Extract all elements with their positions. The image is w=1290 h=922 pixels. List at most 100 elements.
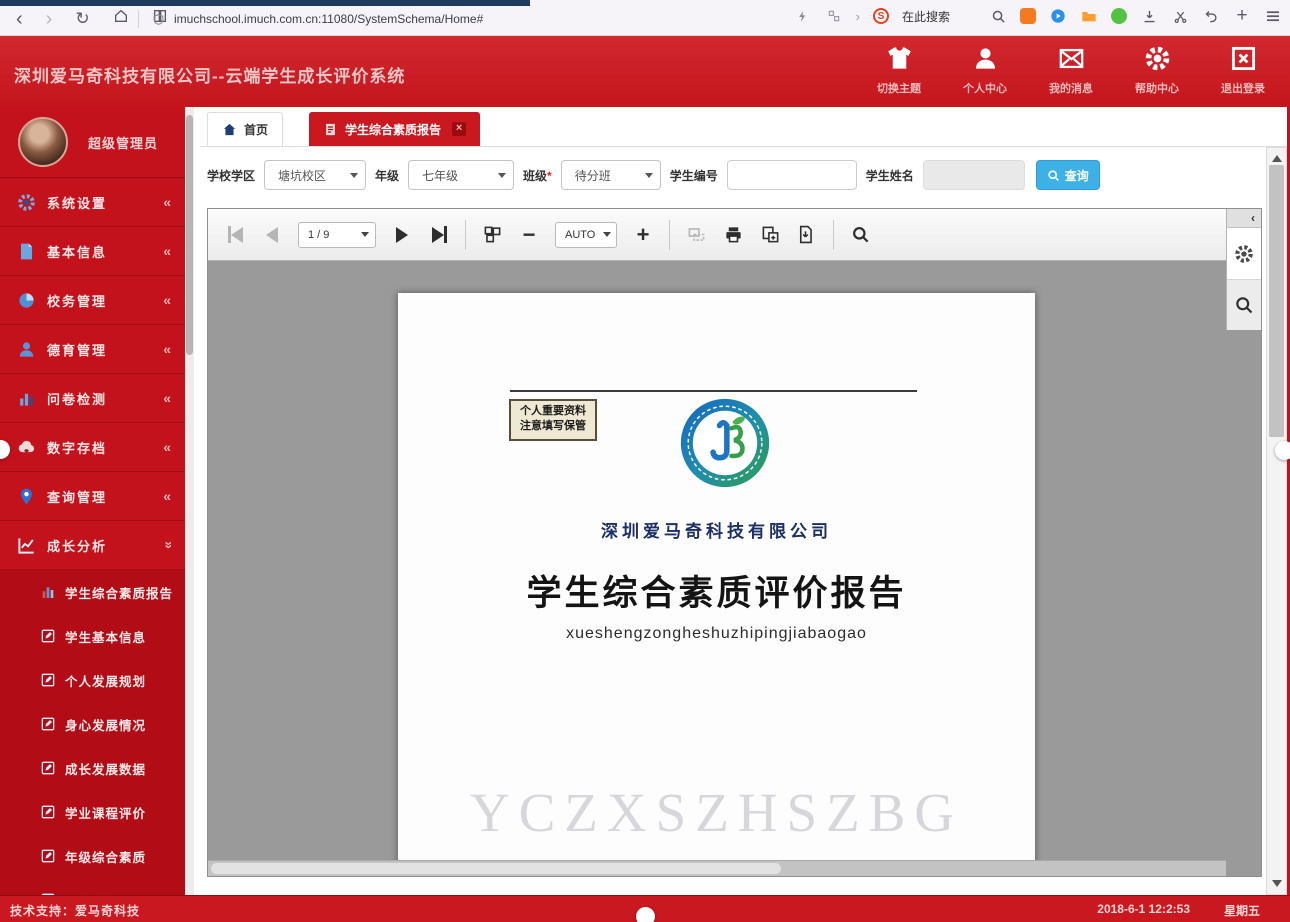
sidebar-item-digital-archive[interactable]: 数字存档 « [0,423,185,472]
envelope-icon [1058,45,1085,77]
logout-button[interactable]: 退出登录 [1214,45,1272,96]
filter-bar: 学校学区 塘坑校区 年级 七年级 班级* 待分班 学生编号 学生姓名 查询 [207,151,1262,199]
subitem-class-comprehensive-quality[interactable]: 班级综合素质 [0,878,185,895]
home-icon[interactable] [113,8,129,30]
growth-analysis-submenu: 学生综合素质报告 学生基本信息 个人发展规划 身心发展情况 [0,570,185,895]
messages-button[interactable]: 我的消息 [1042,45,1100,96]
print-selection-icon[interactable] [685,222,707,248]
sidebar-item-growth-analysis[interactable]: 成长分析 « [0,521,185,570]
personal-center-button[interactable]: 个人中心 [956,45,1014,96]
new-tab-plus-icon[interactable]: + [1233,7,1251,25]
chevron-collapsed-icon: « [163,488,171,504]
school-district-select[interactable]: 塘坑校区 [264,160,366,190]
sidebar-item-system-settings[interactable]: 系统设置 « [0,178,185,227]
sidebar-item-moral-education[interactable]: 德育管理 « [0,325,185,374]
find-in-document-button[interactable] [849,222,871,248]
browser-active-tab-strip[interactable] [0,0,530,6]
required-asterisk: * [547,169,552,183]
pdf-side-tools: ‹ [1226,209,1261,330]
search-engine-logo[interactable]: S [873,8,889,24]
caret-down-icon [645,173,653,178]
vertical-scrollbar-thumb[interactable] [1269,165,1284,437]
sidebar-scrollbar-thumb[interactable] [186,115,193,355]
first-page-button[interactable] [224,222,246,248]
student-no-input[interactable] [727,160,857,190]
site-info-icon[interactable] [152,13,165,26]
scroll-down-arrow-icon[interactable] [1272,880,1282,887]
print-button[interactable] [722,222,744,248]
previous-page-button[interactable] [261,222,283,248]
cloud-icon [17,438,36,457]
tab-close-icon[interactable]: × [452,122,466,136]
class-select[interactable]: 待分班 [561,160,661,190]
browser-app-icon-folder[interactable] [1080,7,1098,25]
student-name-input[interactable] [923,160,1025,190]
toolbar-separator [465,220,466,250]
query-button[interactable]: 查询 [1036,160,1100,190]
sidebar-profile[interactable]: 超级管理员 [0,107,185,178]
subitem-student-basic-info[interactable]: 学生基本信息 [0,614,185,658]
overflow-chevron-icon[interactable]: › [856,9,860,24]
next-page-button[interactable] [391,222,413,248]
pdf-horizontal-scrollbar[interactable] [208,860,1226,876]
toolbar-divider [138,10,139,28]
tab-comprehensive-quality-report[interactable]: 学生综合素质报告 × [309,112,480,146]
page-layout-icon[interactable] [481,222,503,248]
edit-icon [40,628,56,644]
person-icon [972,45,999,77]
search-icon[interactable] [989,7,1007,25]
edit-icon [40,804,56,820]
grade-select[interactable]: 七年级 [408,160,514,190]
subitem-physical-mental-development[interactable]: 身心发展情况 [0,702,185,746]
zoom-out-button[interactable]: − [518,222,540,248]
back-icon[interactable]: ‹ [16,8,23,30]
zoom-select[interactable]: AUTO [555,222,617,248]
caret-down-icon [498,173,506,178]
status-datetime: 2018-6-1 12:2:53 [1097,902,1190,916]
subitem-growth-development-data[interactable]: 成长发展数据 [0,746,185,790]
reload-icon[interactable]: ↻ [75,8,89,30]
window-vertical-scrollbar[interactable] [1266,147,1287,895]
pdf-settings-button[interactable] [1227,228,1261,280]
sidebar-item-basic-info[interactable]: 基本信息 « [0,227,185,276]
undo-history-icon[interactable] [1202,7,1220,25]
home-icon [222,122,237,137]
browser-menu-icon[interactable] [1264,7,1282,25]
bar-chart-icon [17,389,36,408]
flash-icon[interactable] [794,7,812,25]
help-center-button[interactable]: 帮助中心 [1128,45,1186,96]
sidebar-item-school-affairs[interactable]: 校务管理 « [0,276,185,325]
avatar [18,117,68,167]
browser-app-icon-green[interactable] [1111,8,1127,24]
scroll-up-arrow-icon[interactable] [1272,155,1282,162]
print-pages-button[interactable] [759,222,781,248]
forward-icon[interactable]: › [46,8,53,30]
last-page-button[interactable] [428,222,450,248]
pdf-search-button[interactable] [1227,280,1261,330]
extensions-icon[interactable] [825,7,843,25]
address-bar[interactable]: imuchschool.imuch.com.cn:11080/SystemSch… [152,8,622,30]
pdf-horizontal-scrollbar-thumb[interactable] [211,863,781,874]
tab-home[interactable]: 首页 [207,112,283,146]
search-engine-label[interactable]: 在此搜索 [902,8,950,25]
sidebar-item-query-management[interactable]: 查询管理 « [0,472,185,521]
chevron-collapsed-icon: « [163,194,171,210]
sidebar-scrollbar[interactable] [185,107,194,895]
browser-app-icon-play[interactable] [1049,7,1067,25]
browser-app-icon-orange[interactable] [1020,8,1036,24]
screenshot-scissors-icon[interactable] [1171,7,1189,25]
export-save-button[interactable] [796,222,818,248]
app-header: 深圳爱马奇科技有限公司--云端学生成长评价系统 切换主题 个人中心 我的消息 [0,36,1290,107]
subitem-comprehensive-quality-report[interactable]: 学生综合素质报告 [0,570,185,614]
panel-collapse-button[interactable]: ‹ [1227,209,1261,228]
app-title: 深圳爱马奇科技有限公司--云端学生成长评价系统 [14,62,405,87]
pdf-canvas[interactable]: 个人重要资料 注意填写保管 [208,262,1261,876]
switch-theme-button[interactable]: 切换主题 [870,45,928,96]
download-icon[interactable] [1140,7,1158,25]
sidebar-item-questionnaire[interactable]: 问卷检测 « [0,374,185,423]
zoom-in-button[interactable]: + [632,222,654,248]
subitem-grade-comprehensive-quality[interactable]: 年级综合素质 [0,834,185,878]
subitem-academic-course-evaluation[interactable]: 学业课程评价 [0,790,185,834]
page-select[interactable]: 1 / 9 [298,222,376,248]
subitem-personal-development-plan[interactable]: 个人发展规划 [0,658,185,702]
